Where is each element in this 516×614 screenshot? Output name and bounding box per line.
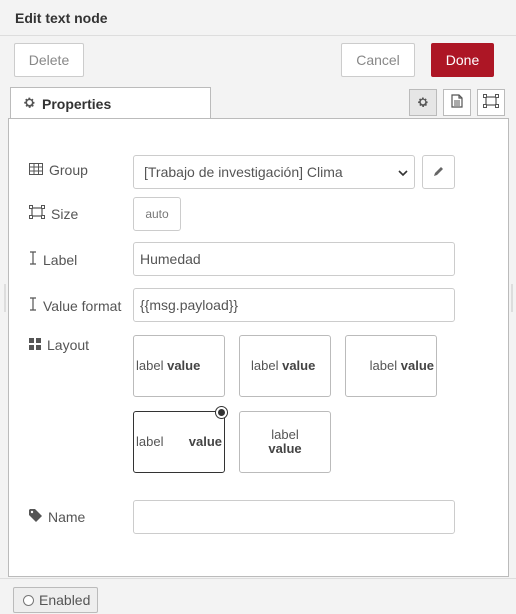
value-format-label: Value format	[29, 297, 121, 314]
layout-option-row-right[interactable]: label value	[345, 335, 437, 397]
layout-option-row-spread[interactable]: label value	[133, 335, 225, 397]
properties-panel: Group [Trabajo de investigación] Clima S…	[4, 118, 513, 577]
tab-bar: Properties	[0, 86, 516, 119]
edit-group-button[interactable]	[422, 155, 455, 189]
resize-icon	[29, 205, 45, 222]
name-label: Name	[29, 509, 85, 525]
enabled-toggle[interactable]: Enabled	[13, 587, 98, 613]
dialog-toolbar: Delete Cancel Done	[0, 37, 516, 85]
group-label: Group	[29, 162, 88, 178]
appearance-icon	[483, 94, 499, 111]
layout-label: Layout	[29, 337, 89, 353]
tab-description[interactable]	[443, 89, 471, 116]
selected-radio-icon	[215, 406, 228, 419]
description-icon	[451, 94, 463, 111]
table-icon	[29, 162, 43, 178]
group-select[interactable]: [Trabajo de investigación] Clima	[133, 155, 415, 189]
dialog-title: Edit text node	[15, 10, 108, 26]
gear-icon	[417, 95, 429, 111]
layout-option-row-justify[interactable]: label value	[133, 406, 228, 473]
chevron-down-icon	[398, 164, 408, 180]
tag-icon	[29, 509, 42, 525]
layout-option-column-center[interactable]: label value	[239, 411, 331, 473]
tab-settings[interactable]	[409, 89, 437, 116]
size-label: Size	[29, 205, 78, 222]
resize-grip-right[interactable]	[511, 284, 513, 312]
size-button[interactable]: auto	[133, 197, 181, 231]
dialog-footer: Enabled	[0, 578, 516, 614]
name-input[interactable]	[133, 500, 455, 534]
label-input[interactable]: Humedad	[133, 242, 455, 276]
tab-appearance[interactable]	[477, 89, 505, 116]
done-button[interactable]: Done	[431, 43, 494, 77]
value-format-input[interactable]: {{msg.payload}}	[133, 288, 455, 322]
tab-properties-label: Properties	[42, 96, 112, 112]
cancel-button[interactable]: Cancel	[341, 43, 415, 77]
dialog-header: Edit text node	[0, 0, 516, 36]
label-field-label: Label	[29, 251, 77, 268]
resize-grip-left[interactable]	[4, 284, 6, 312]
gear-icon	[23, 96, 36, 112]
tab-properties[interactable]: Properties	[10, 87, 211, 119]
pencil-icon	[433, 164, 445, 180]
circle-icon	[23, 594, 34, 606]
text-cursor-icon	[29, 297, 37, 314]
layout-option-row-center[interactable]: label value	[239, 335, 331, 397]
delete-button[interactable]: Delete	[14, 43, 84, 77]
text-cursor-icon	[29, 251, 37, 268]
grid-icon	[29, 337, 41, 353]
